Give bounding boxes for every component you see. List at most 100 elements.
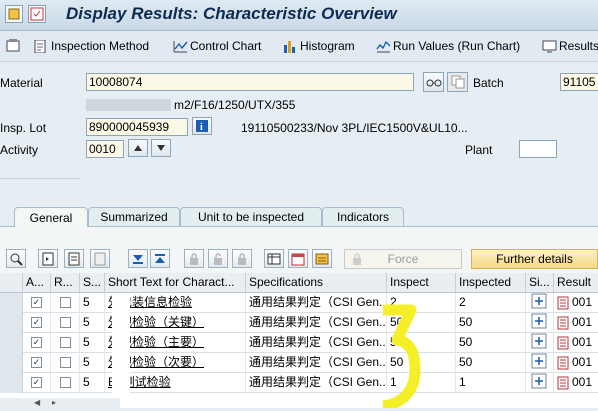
row-selector[interactable] — [0, 313, 23, 333]
row-selector[interactable] — [0, 373, 23, 393]
horizontal-scrollbar[interactable]: ◀ ▸ — [0, 398, 120, 408]
menu-icon[interactable] — [5, 5, 23, 23]
row-selector[interactable] — [0, 293, 23, 313]
settings-icon[interactable] — [6, 38, 20, 56]
lock-open-icon[interactable] — [208, 249, 228, 268]
status-cell: 5 — [80, 373, 105, 393]
plant-field[interactable] — [519, 140, 557, 158]
checkbox-r[interactable] — [59, 317, 71, 329]
checkbox-a[interactable]: ✓ — [31, 317, 42, 329]
force-button[interactable]: Force — [344, 249, 462, 269]
lock-icon[interactable] — [184, 249, 204, 268]
control-chart-button[interactable]: Control Chart — [173, 38, 261, 54]
table-row[interactable]: ✓ 5 外观检验（次要） 通用结果判定（CSI Gen... 50 50 001 — [0, 353, 598, 373]
run-values-button[interactable]: Run Values (Run Chart) — [376, 38, 520, 54]
lock-small-icon — [351, 252, 363, 269]
row-selector[interactable] — [0, 353, 23, 373]
record-icon[interactable] — [531, 373, 547, 392]
tab-general[interactable]: General — [14, 207, 88, 227]
checkbox-r[interactable] — [59, 377, 71, 389]
sort-descending-icon[interactable] — [128, 249, 148, 268]
info-icon[interactable]: i — [192, 117, 212, 135]
table-row[interactable]: ✓ 5 外观检验（关键） 通用结果判定（CSI Gen... 50 50 001 — [0, 313, 598, 333]
status-cell: 5 — [80, 333, 105, 353]
highlight-annotation — [377, 300, 421, 411]
lock-all-icon[interactable] — [232, 249, 252, 268]
doc-icon[interactable] — [90, 249, 110, 268]
tab-indicators[interactable]: Indicators — [322, 207, 404, 226]
activity-label: Activity — [0, 143, 39, 157]
inspection-method-label: Inspection Method — [51, 39, 150, 53]
further-details-button[interactable]: Further details — [471, 249, 598, 269]
calendar-icon[interactable] — [288, 249, 308, 268]
inspected-cell: 50 — [456, 333, 526, 353]
insp-lot-description: 19110500233/Nov 3PL/IEC1500V&UL10... — [241, 121, 468, 135]
checkbox-r[interactable] — [59, 337, 71, 349]
table-icon[interactable] — [264, 249, 284, 268]
select-all-header[interactable] — [0, 273, 23, 293]
activity-field[interactable]: 0010 — [86, 140, 124, 158]
notes-icon[interactable] — [557, 355, 569, 370]
sort-ascending-icon[interactable] — [150, 249, 170, 268]
page-title: Display Results: Characteristic Overview — [66, 4, 397, 23]
batch-field[interactable]: 91105 — [560, 73, 598, 91]
notes-icon[interactable] — [557, 375, 569, 390]
column-header[interactable]: Si... — [526, 273, 554, 293]
system-menu-icon[interactable] — [28, 5, 46, 23]
checkbox-a[interactable]: ✓ — [31, 297, 42, 309]
run-chart-icon — [376, 40, 391, 53]
redacted-block — [86, 99, 171, 111]
column-header[interactable]: S... — [80, 273, 105, 293]
glasses-icon[interactable] — [423, 72, 444, 92]
histogram-button[interactable]: Histogram — [283, 38, 355, 54]
table-row[interactable]: ✓ 5 EL测试检验 通用结果判定（CSI Gen... 1 1 001 — [0, 373, 598, 393]
notes-icon[interactable] — [557, 335, 569, 350]
checkbox-r[interactable] — [59, 357, 71, 369]
material-field[interactable]: 10008074 — [86, 73, 414, 91]
first-page-icon[interactable] — [38, 249, 58, 268]
column-header[interactable]: A... — [23, 273, 51, 293]
row-selector[interactable] — [0, 333, 23, 353]
arrow-up-icon[interactable] — [128, 139, 148, 157]
column-header[interactable]: Inspected — [456, 273, 526, 293]
column-header[interactable]: Short Text for Charact... — [105, 273, 246, 293]
run-values-label: Run Values (Run Chart) — [393, 39, 521, 53]
record-icon[interactable] — [531, 333, 547, 352]
result-cell: 001 — [572, 335, 593, 349]
insp-lot-field[interactable]: 890000045939 — [86, 118, 188, 136]
next-page-icon[interactable] — [64, 249, 84, 268]
batch-label: Batch — [473, 76, 504, 90]
tab-summarized[interactable]: Summarized — [88, 207, 180, 226]
inspection-method-button[interactable]: Inspection Method — [34, 38, 149, 54]
results-button[interactable]: Results — [542, 38, 598, 54]
zoom-icon[interactable] — [6, 249, 26, 268]
notes-icon[interactable] — [557, 315, 569, 330]
column-header[interactable]: Result — [554, 273, 598, 293]
spec-cell: 通用结果判定（CSI Gen... — [246, 333, 387, 353]
column-header[interactable]: Specifications — [246, 273, 387, 293]
arrow-down-icon[interactable] — [151, 139, 171, 157]
force-label: Force — [387, 252, 419, 266]
table-row[interactable]: ✓ 5 外包装信息检验 通用结果判定（CSI Gen... 2 2 001 — [0, 293, 598, 313]
checkbox-a[interactable]: ✓ — [31, 357, 42, 369]
table-row[interactable]: ✓ 5 外观检验（主要） 通用结果判定（CSI Gen... 50 50 001 — [0, 333, 598, 353]
checkbox-a[interactable]: ✓ — [31, 377, 42, 389]
scroll-left-icon[interactable]: ◀ — [34, 398, 40, 407]
inspected-cell: 1 — [456, 373, 526, 393]
checkbox-a[interactable]: ✓ — [31, 337, 42, 349]
copy-icon[interactable] — [447, 72, 468, 92]
status-cell: 5 — [80, 293, 105, 313]
insp-lot-label: Insp. Lot — [0, 121, 47, 135]
inspected-cell: 2 — [456, 293, 526, 313]
column-header[interactable]: R... — [51, 273, 80, 293]
notes-icon[interactable] — [557, 295, 569, 310]
tab-unit-to-be-inspected[interactable]: Unit to be inspected — [180, 207, 322, 226]
layout-icon[interactable] — [312, 249, 332, 268]
record-icon[interactable] — [531, 313, 547, 332]
record-icon[interactable] — [531, 353, 547, 372]
checkbox-r[interactable] — [59, 297, 71, 309]
scroll-right-icon[interactable]: ▸ — [52, 398, 56, 407]
record-icon[interactable] — [531, 293, 547, 312]
spec-cell: 通用结果判定（CSI Gen... — [246, 313, 387, 333]
column-header[interactable]: Inspect — [387, 273, 456, 293]
